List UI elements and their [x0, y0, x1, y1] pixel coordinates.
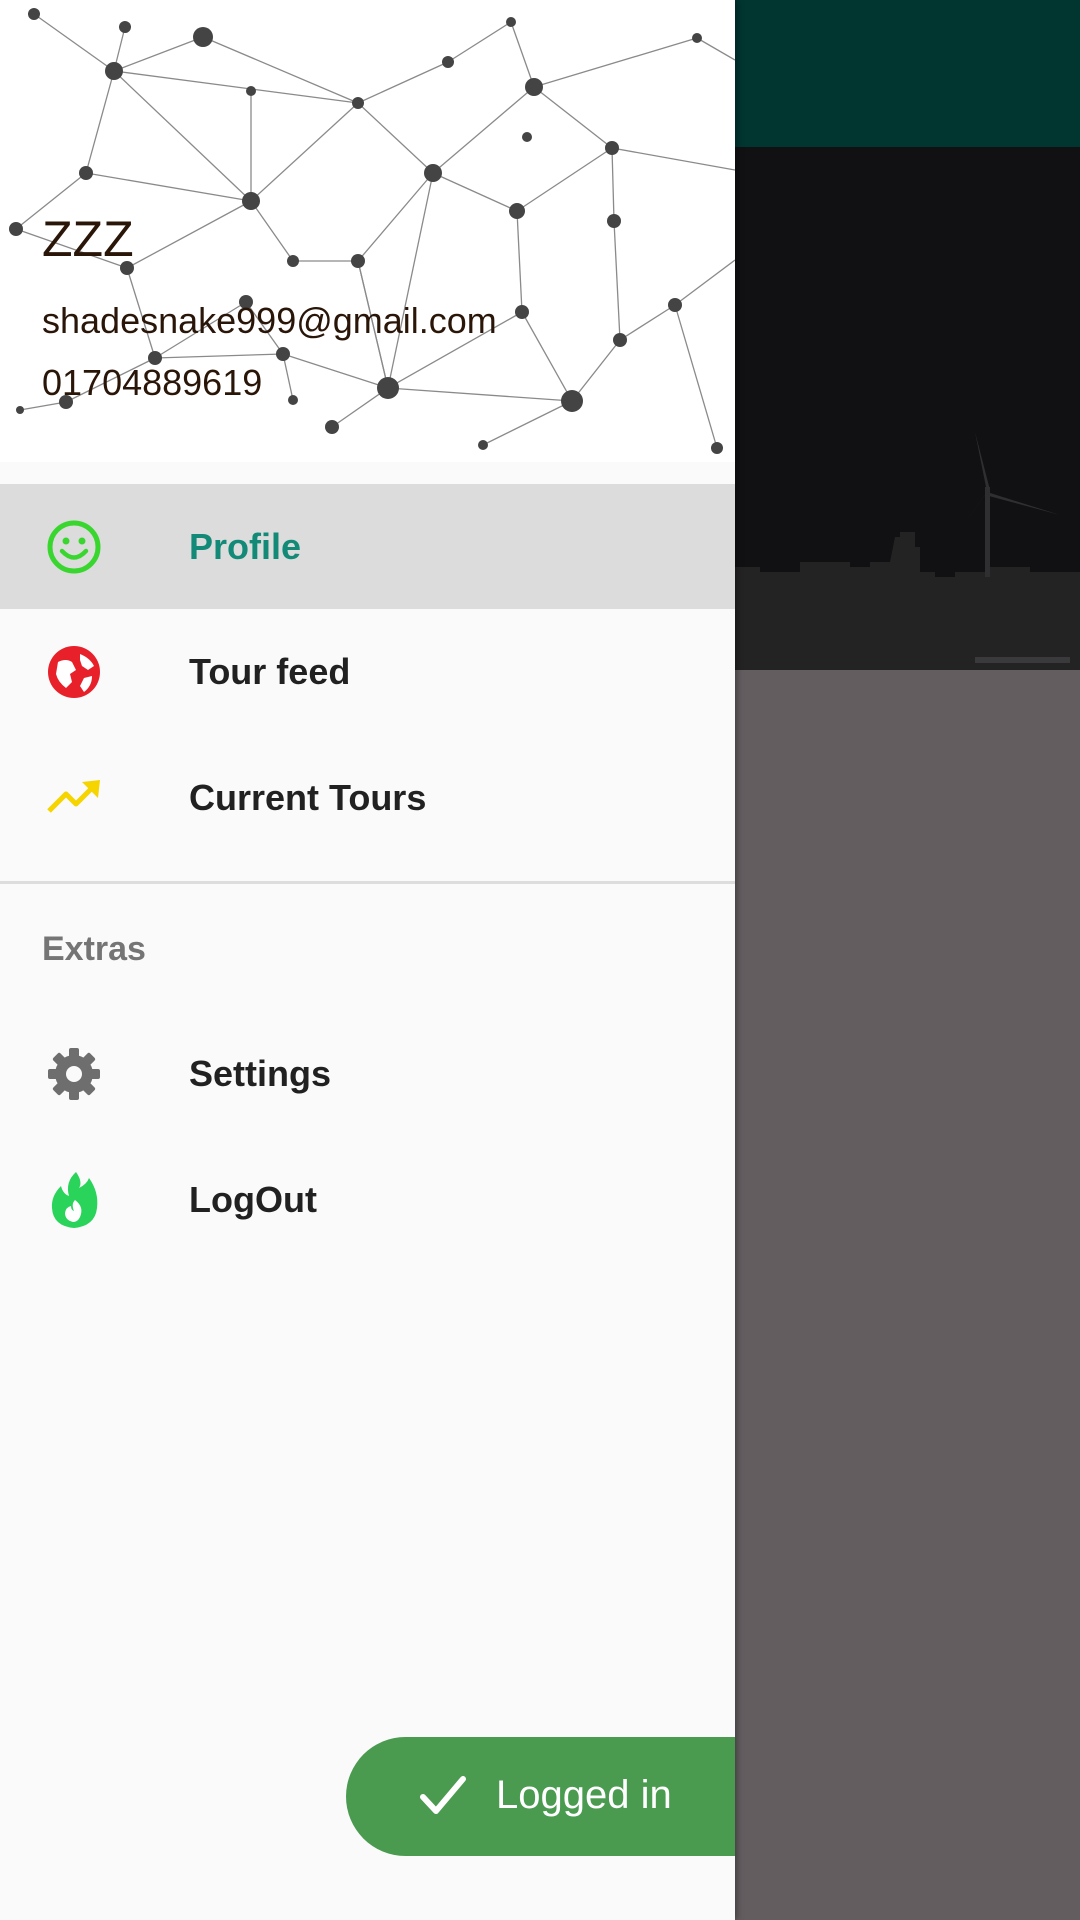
menu-item-label: LogOut	[189, 1178, 317, 1220]
drawer-header: ZZZ shadesnake999@gmail.com 01704889619	[0, 0, 735, 462]
menu-item-label: Tour feed	[189, 650, 351, 692]
divider	[0, 881, 735, 884]
gear-icon	[44, 1044, 104, 1104]
menu-item-label: Settings	[189, 1052, 332, 1094]
smiley-icon	[44, 517, 104, 577]
flame-icon	[44, 1170, 104, 1230]
globe-icon	[44, 642, 104, 702]
user-phone: 01704889619	[42, 362, 263, 403]
user-name: ZZZ	[42, 211, 134, 267]
toast-label: Logged in	[496, 1773, 672, 1817]
menu-item-current-tours[interactable]: Current Tours	[0, 735, 735, 860]
menu-item-profile[interactable]: Profile	[0, 484, 735, 609]
menu-item-label: Profile	[189, 525, 302, 567]
menu-item-logout[interactable]: LogOut	[0, 1137, 735, 1262]
navigation-drawer: ZZZ shadesnake999@gmail.com 01704889619 …	[0, 0, 735, 1920]
menu-item-settings[interactable]: Settings	[0, 1011, 735, 1136]
user-email: shadesnake999@gmail.com	[42, 300, 497, 341]
section-title-extras: Extras	[42, 930, 146, 968]
menu-item-tour-feed[interactable]: Tour feed	[0, 609, 735, 734]
logged-in-toast: Logged in	[346, 1737, 735, 1856]
check-icon	[418, 1771, 468, 1826]
menu-item-label: Current Tours	[189, 776, 427, 818]
trending-up-icon	[44, 768, 104, 828]
